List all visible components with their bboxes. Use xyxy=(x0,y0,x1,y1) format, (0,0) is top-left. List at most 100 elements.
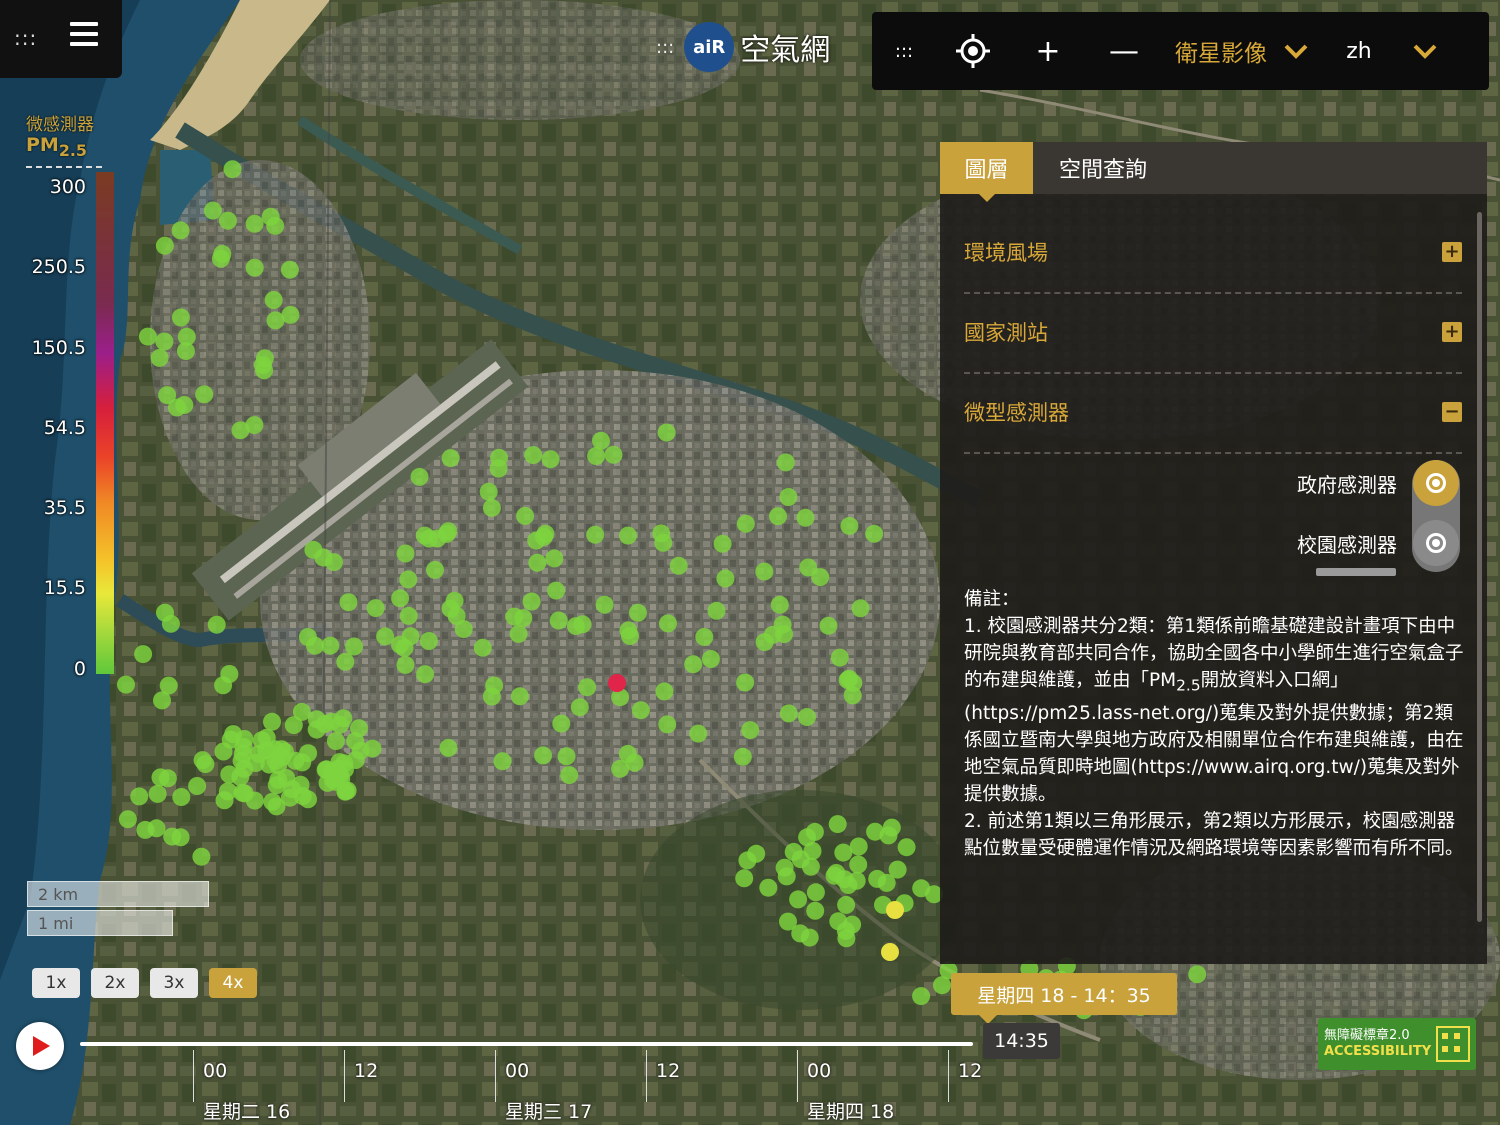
sensor-dot[interactable] xyxy=(426,560,444,579)
sensor-dot[interactable] xyxy=(789,890,808,909)
speed-4x-button[interactable]: 4x xyxy=(209,968,257,998)
sensor-dot[interactable] xyxy=(534,746,553,765)
speed-1x-button[interactable]: 1x xyxy=(32,968,80,998)
sensor-dot[interactable] xyxy=(245,791,264,810)
sensor-dot[interactable] xyxy=(482,498,501,517)
sensor-dot[interactable] xyxy=(134,645,153,664)
sensor-dot[interactable] xyxy=(315,715,334,733)
sensor-dot[interactable] xyxy=(326,732,345,751)
sensor-dot[interactable] xyxy=(292,702,311,721)
sensor-dot[interactable] xyxy=(879,826,898,845)
section-micro-sensors[interactable]: 微型感測器 − xyxy=(964,372,1462,454)
sensor-dot[interactable] xyxy=(175,396,194,414)
sensor-dot[interactable] xyxy=(586,525,605,544)
sensor-dot[interactable] xyxy=(738,851,757,870)
sensor-dot[interactable] xyxy=(798,828,817,847)
sensor-dot[interactable] xyxy=(770,595,789,614)
sensor-dot[interactable] xyxy=(399,570,418,589)
sensor-dot[interactable] xyxy=(158,386,177,405)
sensor-dot[interactable] xyxy=(689,724,708,743)
sensor-dot[interactable] xyxy=(828,815,847,834)
section-national-stations[interactable]: 國家測站 + xyxy=(964,292,1462,374)
sensor-dot[interactable] xyxy=(659,614,677,633)
speed-2x-button[interactable]: 2x xyxy=(91,968,139,998)
sensor-dot[interactable] xyxy=(516,506,535,525)
sensor-dot[interactable] xyxy=(267,776,286,795)
sensor-dot[interactable] xyxy=(658,715,677,734)
sensor-dot[interactable] xyxy=(304,540,323,559)
expand-plus-icon[interactable]: + xyxy=(1442,322,1462,342)
sensor-dot[interactable] xyxy=(223,160,242,179)
sensor-dot[interactable] xyxy=(524,446,543,465)
sensor-dot[interactable] xyxy=(376,627,395,646)
sensor-dot[interactable] xyxy=(193,751,212,770)
sensor-dot[interactable] xyxy=(657,423,676,442)
section-wind-field[interactable]: 環境風場 + xyxy=(964,212,1462,294)
expand-plus-icon[interactable]: + xyxy=(1442,242,1462,262)
sensor-dot[interactable] xyxy=(336,652,355,671)
sensor-dot[interactable] xyxy=(255,349,274,368)
sensor-dot[interactable] xyxy=(528,553,547,572)
sensor-dot[interactable] xyxy=(391,589,410,608)
sensor-dot[interactable] xyxy=(801,857,820,876)
tab-spatial-query[interactable]: 空間查詢 xyxy=(1033,142,1487,194)
sensor-dot[interactable] xyxy=(733,747,752,766)
sensor-dot[interactable] xyxy=(735,869,754,888)
sensor-dot[interactable] xyxy=(396,655,415,674)
sensor-dot[interactable] xyxy=(566,617,585,636)
sensor-dot[interactable] xyxy=(220,665,239,683)
sensor-dot[interactable] xyxy=(669,556,688,575)
panel-scrollbar[interactable] xyxy=(1477,212,1482,922)
sensor-dot[interactable] xyxy=(218,211,237,230)
sensor-dot[interactable] xyxy=(549,611,568,630)
sensor-dot[interactable] xyxy=(441,449,460,468)
sensor-dot[interactable] xyxy=(868,869,887,888)
sensor-dot[interactable] xyxy=(437,524,456,543)
sensor-dot[interactable] xyxy=(509,624,528,643)
sensor-dot[interactable] xyxy=(652,524,671,543)
timeline-handle-time[interactable]: 14:35 xyxy=(983,1023,1060,1059)
locate-button[interactable] xyxy=(936,12,1010,90)
sensor-dot[interactable] xyxy=(213,245,232,263)
sensor-dot[interactable] xyxy=(755,562,774,581)
sensor-dot[interactable] xyxy=(321,636,340,655)
sensor-dot[interactable] xyxy=(604,445,623,464)
sensor-dot[interactable] xyxy=(148,784,167,803)
sensor-dot[interactable] xyxy=(1188,965,1207,984)
sensor-dot[interactable] xyxy=(701,650,720,668)
speed-3x-button[interactable]: 3x xyxy=(150,968,198,998)
sensor-dot[interactable] xyxy=(155,236,174,255)
sensor-dot[interactable] xyxy=(897,838,916,857)
sensor-dot[interactable] xyxy=(479,482,498,501)
sensor-dot[interactable] xyxy=(136,820,155,839)
sensor-dot[interactable] xyxy=(158,769,177,788)
sensor-dot[interactable] xyxy=(775,858,794,877)
toggle-campus-sensors[interactable] xyxy=(1413,520,1459,566)
sensor-dot[interactable] xyxy=(172,788,191,806)
toggle-government-sensors[interactable] xyxy=(1413,460,1459,506)
sensor-dot[interactable] xyxy=(473,638,492,657)
sensor-dot[interactable] xyxy=(547,581,566,600)
sensor-dot[interactable] xyxy=(245,258,264,277)
accessibility-badge[interactable]: 無障礙標章2.0 ACCESSIBILITY xyxy=(1318,1018,1476,1070)
sensor-dot[interactable] xyxy=(293,753,312,772)
sensor-dot[interactable] xyxy=(266,740,284,759)
sensor-dot[interactable] xyxy=(415,526,434,545)
sensor-dot[interactable] xyxy=(214,742,233,761)
sensor-dot[interactable] xyxy=(345,637,364,656)
sensor-dot[interactable] xyxy=(416,665,435,684)
grid-dots-icon[interactable]: ::: xyxy=(14,26,37,50)
sensor-dot[interactable] xyxy=(849,837,868,856)
sensor-dot[interactable] xyxy=(835,870,854,889)
sensor-dot[interactable] xyxy=(834,843,853,862)
sensor-dot[interactable] xyxy=(245,214,264,233)
sensor-dot[interactable] xyxy=(410,467,429,486)
sensor-dot[interactable] xyxy=(843,686,862,705)
sensor-dot[interactable] xyxy=(399,606,418,625)
sensor-dot[interactable] xyxy=(840,516,859,535)
sensor-dot[interactable] xyxy=(401,627,420,646)
sensor-dot[interactable] xyxy=(830,648,849,667)
sensor-dot[interactable] xyxy=(510,687,529,706)
sensor-dot[interactable] xyxy=(587,447,606,465)
play-button[interactable] xyxy=(16,1022,64,1070)
